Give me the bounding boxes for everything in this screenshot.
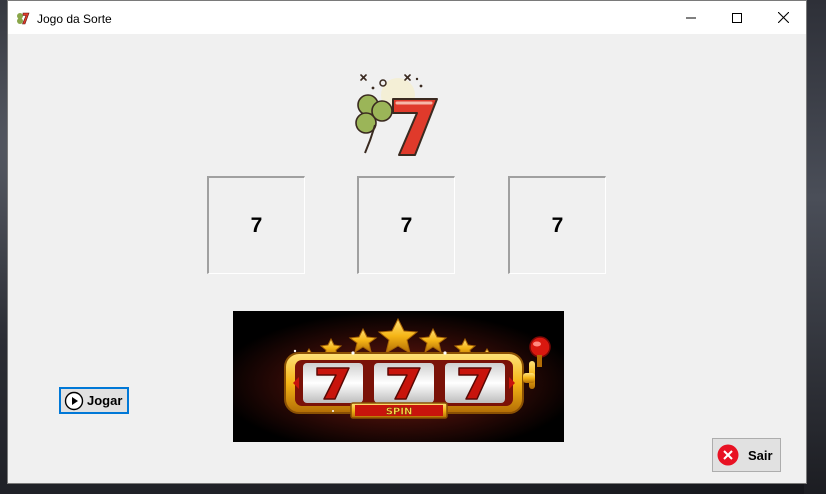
- play-button-label: Jogar: [87, 393, 123, 408]
- exit-button[interactable]: Sair: [712, 438, 781, 472]
- slot-machine-image: SPIN: [233, 311, 564, 442]
- play-button[interactable]: Jogar: [59, 387, 129, 414]
- exit-button-label: Sair: [748, 447, 773, 463]
- close-icon: [777, 12, 789, 23]
- app-window: Jogo da Sorte 7 7 7 SPIN Jogar Sair: [7, 0, 807, 484]
- close-button[interactable]: [760, 1, 806, 34]
- spin-label: SPIN: [386, 407, 413, 418]
- title-bar[interactable]: Jogo da Sorte: [8, 1, 806, 34]
- window-title: Jogo da Sorte: [37, 12, 112, 26]
- clover-seven-icon: [355, 74, 438, 156]
- app-icon: [17, 12, 30, 25]
- desktop-background: [804, 0, 826, 494]
- minimize-icon: [686, 17, 696, 18]
- play-icon: [64, 391, 84, 410]
- close-circle-icon: [717, 444, 739, 466]
- maximize-button[interactable]: [714, 1, 760, 34]
- maximize-icon: [732, 12, 742, 23]
- slot-box-3: 7: [508, 176, 606, 274]
- slot-box-1: 7: [207, 176, 305, 274]
- slot-box-2: 7: [357, 176, 455, 274]
- minimize-button[interactable]: [668, 1, 714, 34]
